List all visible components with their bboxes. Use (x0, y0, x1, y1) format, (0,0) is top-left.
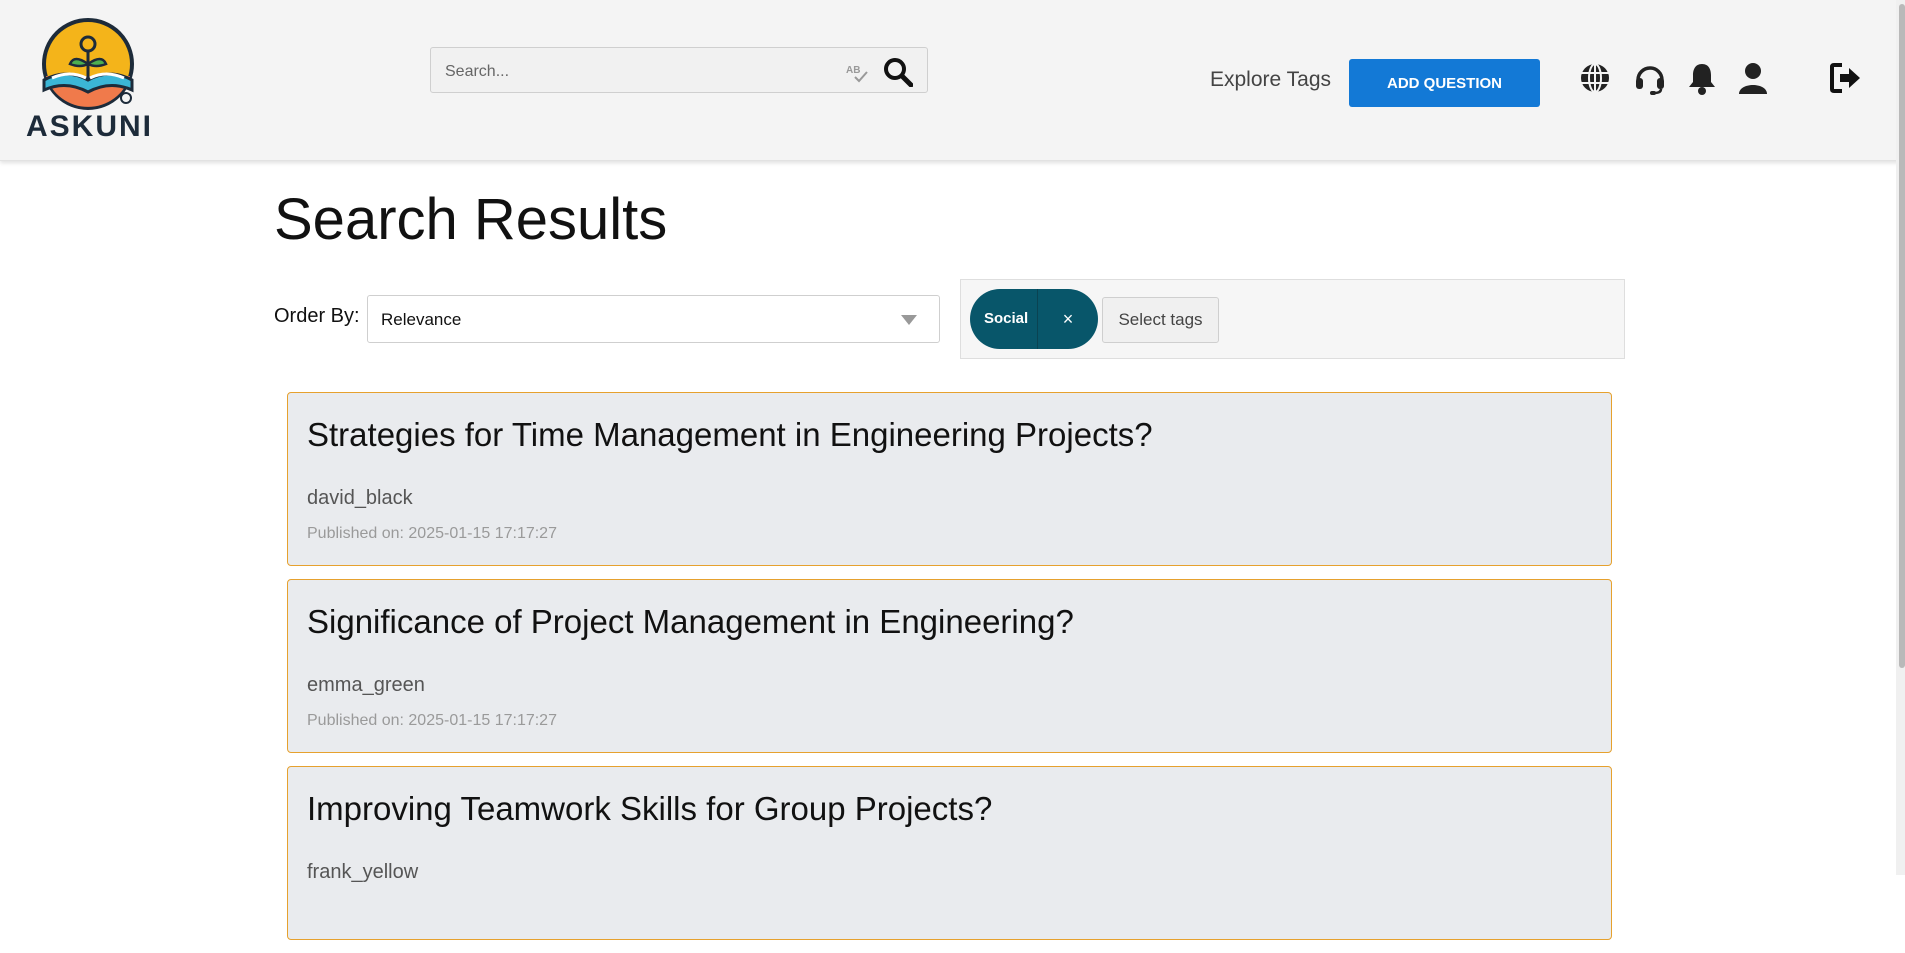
result-author: frank_yellow (307, 861, 419, 883)
chevron-down-icon (901, 315, 917, 325)
result-date: Published on: 2025-01-15 17:17:27 (307, 712, 557, 729)
result-card[interactable]: Strategies for Time Management in Engine… (287, 392, 1612, 566)
search-input[interactable] (443, 58, 827, 86)
globe-icon[interactable] (1577, 60, 1613, 96)
logout-icon[interactable] (1828, 60, 1864, 96)
result-title[interactable]: Strategies for Time Management in Engine… (307, 416, 1153, 454)
logo-emblem-icon (42, 18, 134, 110)
top-header: ASKUNI AB Explore Tags ADD QUESTION (0, 0, 1905, 161)
user-icon[interactable] (1735, 60, 1771, 96)
result-title[interactable]: Improving Teamwork Skills for Group Proj… (307, 790, 992, 828)
spellcheck-icon[interactable]: AB (845, 62, 871, 84)
result-card[interactable]: Improving Teamwork Skills for Group Proj… (287, 766, 1612, 940)
tag-chip-social: Social × (970, 289, 1098, 349)
order-by-value: Relevance (381, 310, 462, 329)
order-by-select[interactable]: Relevance (367, 295, 940, 343)
search-icon[interactable] (883, 57, 913, 87)
logo-text: ASKUNI (26, 110, 154, 143)
order-by-label: Order By: (274, 305, 360, 327)
headset-icon[interactable] (1632, 60, 1668, 96)
add-question-button[interactable]: ADD QUESTION (1349, 59, 1540, 107)
tag-chip-label: Social (984, 310, 1029, 327)
page-title: Search Results (274, 187, 668, 252)
select-tags-button[interactable]: Select tags (1102, 297, 1219, 343)
askuni-logo[interactable]: ASKUNI (26, 18, 151, 143)
result-date: Published on: 2025-01-15 17:17:27 (307, 525, 557, 542)
remove-tag-button[interactable]: × (1038, 289, 1098, 349)
tag-filter: Social × Select tags (960, 279, 1625, 359)
scrollbar-thumb[interactable] (1899, 4, 1905, 668)
result-card[interactable]: Significance of Project Management in En… (287, 579, 1612, 753)
result-author: emma_green (307, 674, 425, 696)
bell-icon[interactable] (1684, 60, 1720, 96)
svg-text:AB: AB (846, 65, 860, 76)
result-author: david_black (307, 487, 413, 509)
result-title[interactable]: Significance of Project Management in En… (307, 603, 1074, 641)
search-results-list: Strategies for Time Management in Engine… (287, 392, 1612, 953)
explore-tags-link[interactable]: Explore Tags (1210, 68, 1331, 92)
search-bar: AB (430, 47, 928, 93)
